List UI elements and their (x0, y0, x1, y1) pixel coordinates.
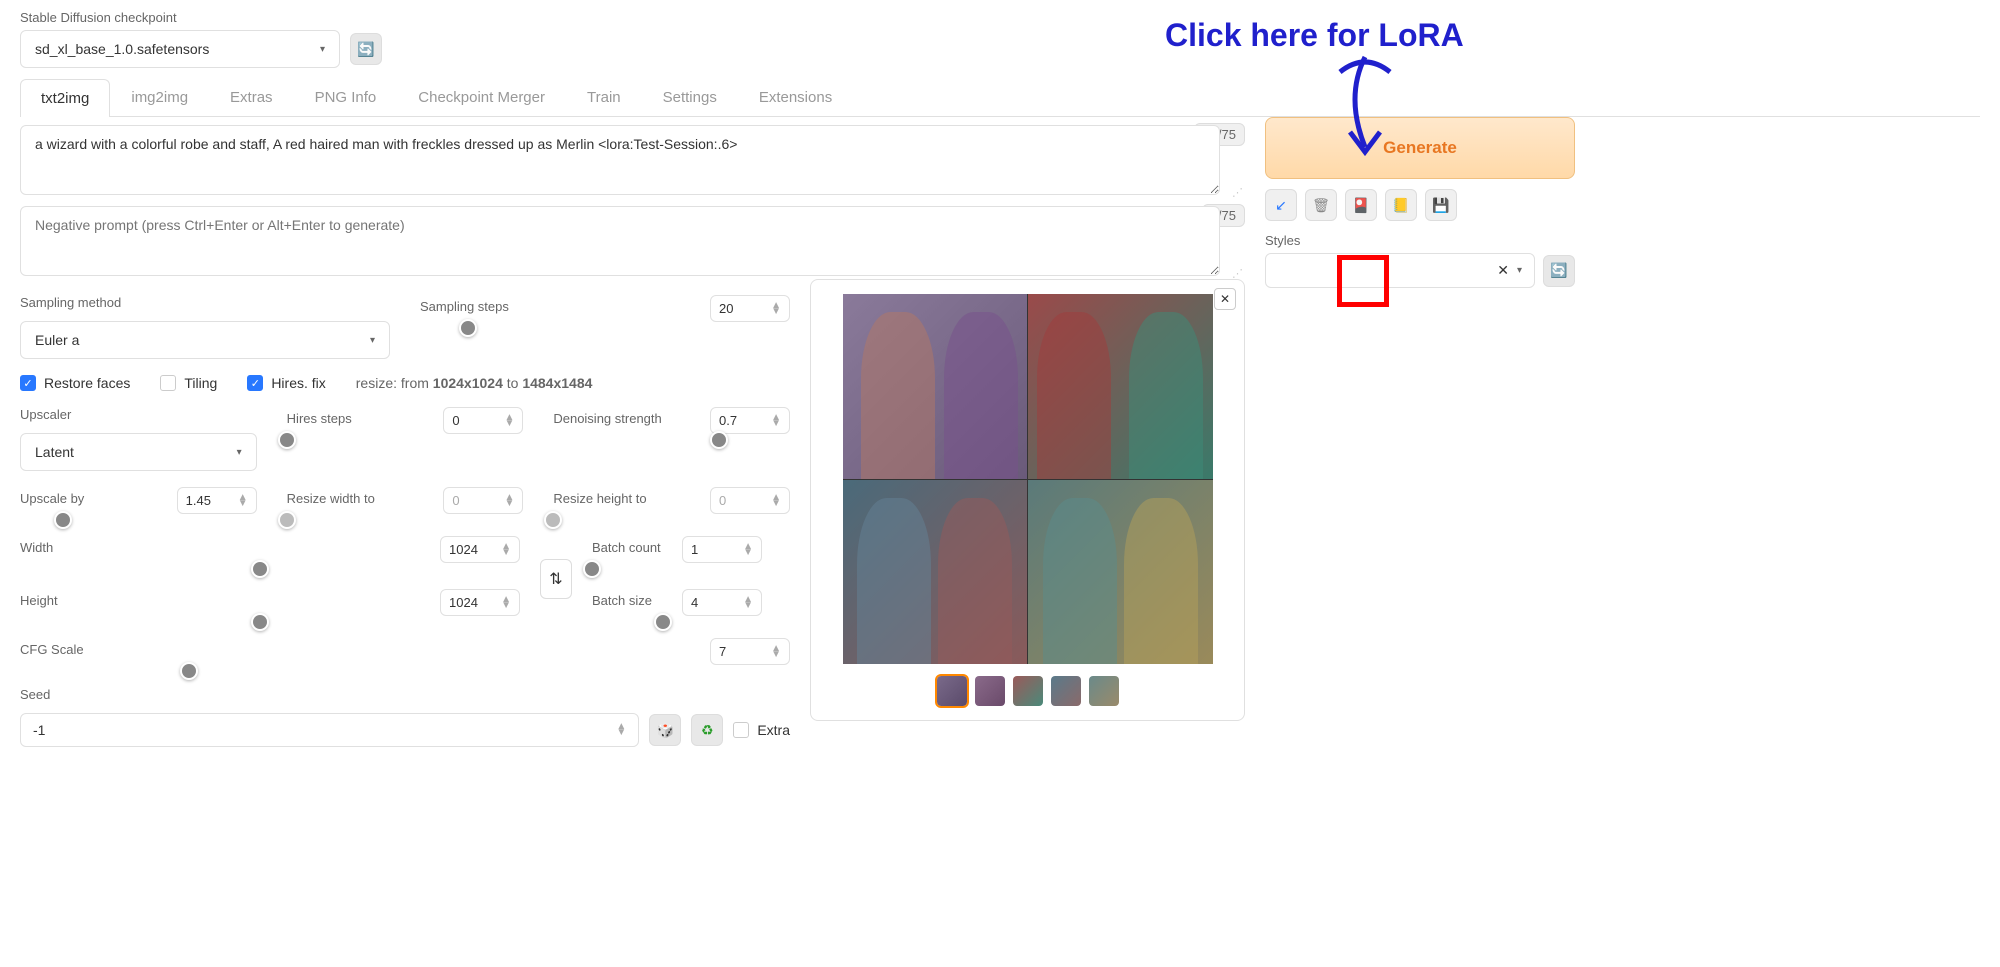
upscaler-value: Latent (35, 444, 74, 460)
checkpoint-dropdown[interactable]: sd_xl_base_1.0.safetensors ▾ (20, 30, 340, 68)
generate-button[interactable]: Generate (1265, 117, 1575, 179)
refresh-checkpoint-button[interactable]: 🔄 (350, 33, 382, 65)
caret-icon: ▾ (237, 447, 242, 458)
main-tabs: txt2img img2img Extras PNG Info Checkpoi… (20, 78, 1980, 117)
clear-button[interactable]: 🗑 (1305, 189, 1337, 221)
output-image[interactable] (843, 294, 1028, 479)
sampling-method-label: Sampling method (20, 295, 390, 310)
cfg-input[interactable]: 7▲▼ (710, 638, 790, 665)
seed-random-button[interactable]: 🎲 (649, 714, 681, 746)
seed-input[interactable]: -1▲▼ (20, 713, 639, 747)
resize-width-input[interactable]: 0▲▼ (443, 487, 523, 514)
output-image[interactable] (1028, 294, 1213, 479)
thumbnail[interactable] (1089, 676, 1119, 706)
tab-extensions[interactable]: Extensions (738, 78, 853, 116)
tab-checkpoint-merger[interactable]: Checkpoint Merger (397, 78, 566, 116)
width-input[interactable]: 1024▲▼ (440, 536, 520, 563)
output-image[interactable] (843, 480, 1028, 665)
caret-icon: ▾ (1517, 265, 1522, 276)
hires-steps-label: Hires steps (287, 411, 352, 426)
upscaler-label: Upscaler (20, 407, 257, 422)
swap-wh-button[interactable]: ⇅ (540, 559, 572, 599)
tab-txt2img[interactable]: txt2img (20, 79, 110, 117)
thumbnail[interactable] (937, 676, 967, 706)
close-output-button[interactable]: ✕ (1214, 288, 1236, 310)
caret-icon: ▾ (320, 44, 325, 55)
tab-settings[interactable]: Settings (642, 78, 738, 116)
seed-label: Seed (20, 687, 790, 702)
output-thumbnails (825, 676, 1230, 706)
refresh-styles-button[interactable]: 🔄 (1543, 255, 1575, 287)
restore-faces-checkbox[interactable]: ✓Restore faces (20, 375, 130, 391)
upscale-by-input[interactable]: 1.45▲▼ (177, 487, 257, 514)
hires-fix-checkbox[interactable]: ✓Hires. fix (247, 375, 325, 391)
output-image-grid[interactable] (843, 294, 1213, 664)
hires-steps-input[interactable]: 0▲▼ (443, 407, 523, 434)
output-image[interactable] (1028, 480, 1213, 665)
styles-label: Styles (1265, 233, 1575, 248)
thumbnail[interactable] (1013, 676, 1043, 706)
checkpoint-label: Stable Diffusion checkpoint (20, 10, 382, 25)
tab-train[interactable]: Train (566, 78, 642, 116)
resize-width-label: Resize width to (287, 491, 375, 506)
save-button[interactable]: 💾 (1425, 189, 1457, 221)
upscale-by-label: Upscale by (20, 491, 84, 506)
denoise-label: Denoising strength (553, 411, 661, 426)
folder-button[interactable]: 📒 (1385, 189, 1417, 221)
extra-networks-button[interactable]: 🎴 (1345, 189, 1377, 221)
sampling-steps-label: Sampling steps (420, 299, 509, 314)
height-input[interactable]: 1024▲▼ (440, 589, 520, 616)
arrow-button[interactable]: ↙ (1265, 189, 1297, 221)
negative-prompt-input[interactable] (20, 206, 1220, 276)
checkpoint-value: sd_xl_base_1.0.safetensors (35, 41, 209, 57)
sampling-method-dropdown[interactable]: Euler a ▾ (20, 321, 390, 359)
width-label: Width (20, 540, 53, 555)
height-label: Height (20, 593, 58, 608)
resize-info: resize: from 1024x1024 to 1484x1484 (356, 375, 593, 391)
resize-height-label: Resize height to (553, 491, 646, 506)
seed-extra-checkbox[interactable]: Extra (733, 722, 790, 738)
thumbnail[interactable] (1051, 676, 1081, 706)
prompt-input[interactable]: a wizard with a colorful robe and staff,… (20, 125, 1220, 195)
sampling-method-value: Euler a (35, 332, 79, 348)
resize-height-input[interactable]: 0▲▼ (710, 487, 790, 514)
batch-count-input[interactable]: 1▲▼ (682, 536, 762, 563)
upscaler-dropdown[interactable]: Latent ▾ (20, 433, 257, 471)
tiling-checkbox[interactable]: Tiling (160, 375, 217, 391)
styles-dropdown[interactable]: ✕ ▾ (1265, 253, 1535, 288)
cfg-label: CFG Scale (20, 642, 84, 657)
sampling-steps-input[interactable]: 20▲▼ (710, 295, 790, 322)
denoise-input[interactable]: 0.7▲▼ (710, 407, 790, 434)
output-panel: ✕ (810, 279, 1245, 721)
batch-count-label: Batch count (592, 540, 661, 555)
thumbnail[interactable] (975, 676, 1005, 706)
batch-size-label: Batch size (592, 593, 652, 608)
tab-extras[interactable]: Extras (209, 78, 294, 116)
styles-clear-icon[interactable]: ✕ (1497, 262, 1509, 279)
caret-icon: ▾ (370, 335, 375, 346)
tab-pnginfo[interactable]: PNG Info (294, 78, 398, 116)
tab-img2img[interactable]: img2img (110, 78, 209, 116)
batch-size-input[interactable]: 4▲▼ (682, 589, 762, 616)
seed-reuse-button[interactable]: ♻ (691, 714, 723, 746)
